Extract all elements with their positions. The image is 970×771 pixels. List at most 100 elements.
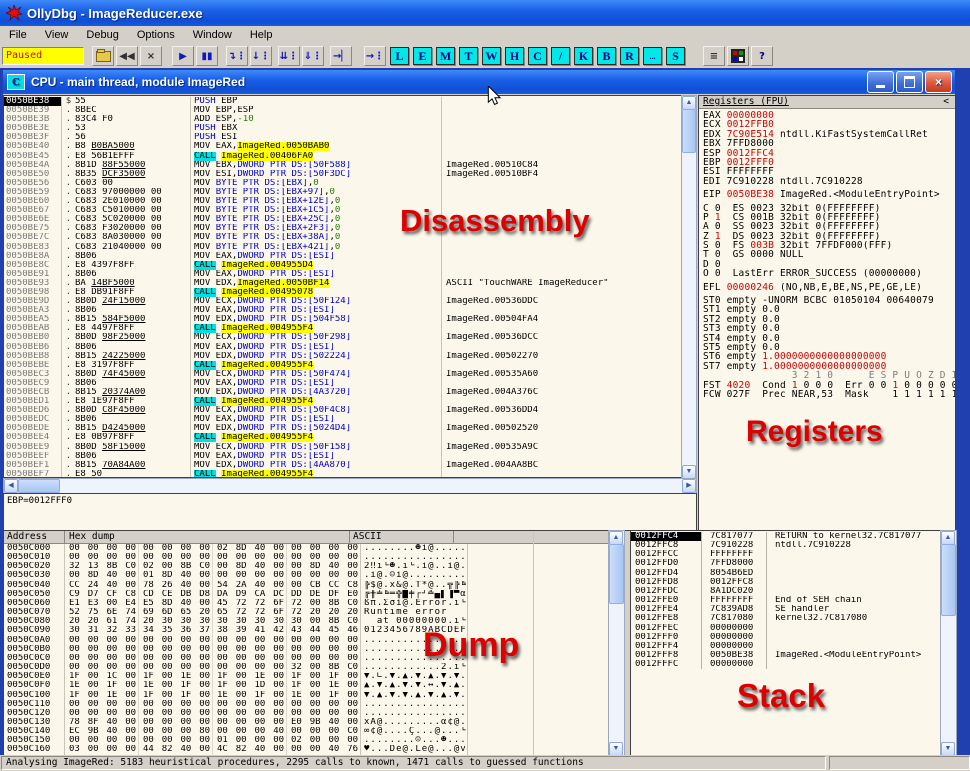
scroll-up-icon[interactable]: ▲ bbox=[682, 96, 696, 110]
register-line[interactable]: EIP 0050BE38 ImageRed.<ModuleEntryPoint> bbox=[703, 190, 955, 199]
register-line[interactable]: ECX 0012FFB0 bbox=[703, 120, 955, 129]
register-line[interactable]: 3 2 1 0 E S P U O Z D I bbox=[703, 371, 955, 380]
stack-vscrollbar[interactable]: ▲ ▼ bbox=[940, 530, 957, 757]
register-line[interactable]: ST5 empty 0.0 bbox=[703, 343, 955, 352]
dump-row[interactable]: 0050C0C000 00 00 0000 00 00 0000 00 00 0… bbox=[4, 654, 609, 663]
register-line[interactable]: FST 4020 Cond 1 0 0 0 Err 0 0 1 0 0 0 0 … bbox=[703, 381, 955, 390]
menu-item-debug[interactable]: Debug bbox=[77, 28, 127, 42]
pane-button-R[interactable]: R bbox=[620, 47, 639, 65]
stack-row[interactable]: 0012FFE87C817080kernel32.7C817080 bbox=[631, 614, 941, 623]
pane-button-dots[interactable]: ... bbox=[643, 47, 662, 65]
close-button[interactable]: × bbox=[925, 71, 952, 93]
stack-row[interactable]: 0012FFF000000000 bbox=[631, 633, 941, 642]
menu-item-view[interactable]: View bbox=[36, 28, 78, 42]
dump-header-address[interactable]: Address bbox=[4, 531, 65, 543]
dump-row[interactable]: 0050C140EC 9B 40 0000 00 00 8000 00 00 4… bbox=[4, 727, 609, 736]
stack-row[interactable]: 0012FFE0FFFFFFFFEnd of SEH chain bbox=[631, 596, 941, 605]
dump-row[interactable]: 0050C15000 00 00 0000 00 00 0001 00 00 0… bbox=[4, 736, 609, 745]
disasm-row[interactable]: 0050BE39.8BECMOV EBP,ESP bbox=[4, 106, 681, 115]
scroll-right-icon[interactable]: ▶ bbox=[682, 479, 696, 493]
stack-pane[interactable]: 0012FFC47C817077RETURN to kernel32.7C817… bbox=[630, 530, 942, 757]
collapse-arrow-icon[interactable]: < bbox=[943, 96, 955, 108]
register-line[interactable]: EAX 00000000 bbox=[703, 111, 955, 120]
register-line[interactable]: ESI FFFFFFFF bbox=[703, 167, 955, 176]
disasm-row[interactable]: 0050BEA3.8B06MOV EAX,DWORD PTR DS:[ESI] bbox=[4, 306, 681, 315]
pane-button-B[interactable]: B bbox=[597, 47, 616, 65]
register-line[interactable]: S 0 FS 003B 32bit 7FFDF000(FFF) bbox=[703, 241, 955, 250]
disasm-row[interactable]: 0050BE67.C683 C5010000 00MOV BYTE PTR DS… bbox=[4, 206, 681, 215]
dump-row[interactable]: 0050C01000 00 00 0000 00 00 0000 00 00 0… bbox=[4, 553, 609, 562]
disasm-row[interactable]: 0050BE98.E8 DB91F8FFCALL ImageRed.004950… bbox=[4, 288, 681, 297]
register-line[interactable]: T 0 GS 0000 NULL bbox=[703, 250, 955, 259]
pane-button-C[interactable]: C bbox=[528, 47, 547, 65]
register-line[interactable]: EDI 7C910228 ntdll.7C910228 bbox=[703, 177, 955, 186]
scroll-thumb[interactable] bbox=[609, 544, 624, 604]
disasm-row[interactable]: 0050BE45.E8 56B1EFFFCALL ImageRed.00406F… bbox=[4, 152, 681, 161]
disasm-row[interactable]: 0050BEC3.8B0D 74F45000MOV ECX,DWORD PTR … bbox=[4, 370, 681, 379]
stack-row[interactable]: 0012FFEC00000000 bbox=[631, 624, 941, 633]
restore-button[interactable] bbox=[896, 71, 923, 93]
cpu-window-titlebar[interactable]: C CPU - main thread, module ImageRed × bbox=[3, 70, 955, 94]
disasm-row[interactable]: 0050BE56.C603 00MOV BYTE PTR DS:[EBX],0 bbox=[4, 179, 681, 188]
dump-row[interactable]: 0050C16003 00 00 0044 82 40 004C 82 40 0… bbox=[4, 745, 609, 754]
register-line[interactable]: EBX 7FFD8000 bbox=[703, 139, 955, 148]
dump-row[interactable]: 0050C00000 00 00 0000 00 00 0002 8D 40 0… bbox=[4, 544, 609, 553]
registers-header[interactable]: Registers (FPU) < bbox=[699, 96, 955, 109]
register-line[interactable]: P 1 CS 001B 32bit 0(FFFFFFFF) bbox=[703, 213, 955, 222]
dump-row[interactable]: 0050C07052 75 6E 7469 6D 65 2065 72 72 6… bbox=[4, 608, 609, 617]
stack-row[interactable]: 0012FFC47C817077RETURN to kernel32.7C817… bbox=[631, 532, 941, 541]
dump-row[interactable]: 0050C0B000 00 00 0000 00 00 0000 00 00 0… bbox=[4, 645, 609, 654]
dump-row[interactable]: 0050C09030 31 32 3334 35 36 3738 39 41 4… bbox=[4, 626, 609, 635]
stack-row[interactable]: 0012FFF400000000 bbox=[631, 642, 941, 651]
register-line[interactable]: FCW 027F Prec NEAR,53 Mask 1 1 1 1 1 1 bbox=[703, 390, 955, 399]
dump-header-ascii[interactable]: ASCII bbox=[350, 531, 454, 543]
pane-button-H[interactable]: H bbox=[505, 47, 524, 65]
register-line[interactable]: D 0 bbox=[703, 260, 955, 269]
restart-button[interactable]: ◀◀ bbox=[116, 46, 138, 66]
stack-row[interactable]: 0012FFD80012FFC8 bbox=[631, 578, 941, 587]
disasm-row[interactable]: 0050BE6E.C683 5C020000 00MOV BYTE PTR DS… bbox=[4, 215, 681, 224]
scroll-down-icon[interactable]: ▼ bbox=[941, 742, 955, 756]
disasm-row[interactable]: 0050BE60.C683 2E010000 00MOV BYTE PTR DS… bbox=[4, 197, 681, 206]
close-program-button[interactable]: × bbox=[140, 46, 162, 66]
dump-row[interactable]: 0050C0E01F 00 1C 001F 00 1E 001F 00 1E 0… bbox=[4, 672, 609, 681]
disassembly-vscrollbar[interactable]: ▲ ▼ bbox=[681, 95, 697, 480]
register-line[interactable]: ST0 empty -UNORM BCBC 01050104 00640079 bbox=[703, 296, 955, 305]
dump-row[interactable]: 0050C0A000 00 00 0000 00 00 0000 00 00 0… bbox=[4, 636, 609, 645]
disasm-row[interactable]: 0050BE40.B8 B0BA5000MOV EAX,ImageRed.005… bbox=[4, 142, 681, 151]
dump-row[interactable]: 0050C0F01E 00 1F 001E 00 1F 001F 00 1D 0… bbox=[4, 681, 609, 690]
disasm-row[interactable]: 0050BEF1.8B15 70A84A00MOV EDX,DWORD PTR … bbox=[4, 461, 681, 470]
disasm-row[interactable]: 0050BEE9.8B0D 58F15000MOV ECX,DWORD PTR … bbox=[4, 443, 681, 452]
run-button[interactable]: ▶ bbox=[172, 46, 194, 66]
disasm-row[interactable]: 0050BE9D.8B0D 24F15000MOV ECX,DWORD PTR … bbox=[4, 297, 681, 306]
register-line[interactable]: C 0 ES 0023 32bit 0(FFFFFFFF) bbox=[703, 204, 955, 213]
disasm-row[interactable]: 0050BE50.8B35 DCF35000MOV ESI,DWORD PTR … bbox=[4, 170, 681, 179]
dump-row[interactable]: 0050C13078 8F 40 0000 00 00 0000 00 00 0… bbox=[4, 718, 609, 727]
scroll-thumb[interactable] bbox=[18, 479, 60, 493]
stack-row[interactable]: 0012FFDC8A1DC020 bbox=[631, 587, 941, 596]
disasm-row[interactable]: 0050BE3E.53PUSH EBX bbox=[4, 124, 681, 133]
register-line[interactable]: ST2 empty 0.0 bbox=[703, 315, 955, 324]
disasm-row[interactable]: 0050BEBE.E8 3197F8FFCALL ImageRed.004955… bbox=[4, 361, 681, 370]
disassembly-pane[interactable]: 0050BE38$55PUSH EBP0050BE39.8BECMOV EBP,… bbox=[3, 95, 682, 478]
disasm-row[interactable]: 0050BE8C.E8 4397F8FFCALL ImageRed.004955… bbox=[4, 261, 681, 270]
stack-row[interactable]: 0012FFD07FFD8000 bbox=[631, 559, 941, 568]
dump-row[interactable]: 0050C03000 8D 40 0001 8D 40 0000 00 00 0… bbox=[4, 571, 609, 580]
disasm-row[interactable]: 0050BE4A.8B1D 88F55000MOV EBX,DWORD PTR … bbox=[4, 161, 681, 170]
dump-vscrollbar[interactable]: ▲ ▼ bbox=[608, 530, 625, 757]
dump-header[interactable]: Address Hex dump ASCII bbox=[4, 531, 609, 544]
register-line[interactable]: Z 1 DS 0023 32bit 0(FFFFFFFF) bbox=[703, 232, 955, 241]
dump-row[interactable]: 0050C12000 00 00 0000 00 00 0000 00 00 0… bbox=[4, 709, 609, 718]
disasm-row[interactable]: 0050BE38$55PUSH EBP bbox=[4, 97, 681, 106]
stack-row[interactable]: 0012FFCCFFFFFFFF bbox=[631, 550, 941, 559]
pause-button[interactable]: ▮▮ bbox=[196, 46, 218, 66]
disasm-row[interactable]: 0050BE91.8B06MOV EAX,DWORD PTR DS:[ESI] bbox=[4, 270, 681, 279]
disasm-row[interactable]: 0050BED1.E8 1E97F8FFCALL ImageRed.004955… bbox=[4, 397, 681, 406]
register-line[interactable]: EBP 0012FFF0 bbox=[703, 158, 955, 167]
disasm-row[interactable]: 0050BE75.C683 F3020000 00MOV BYTE PTR DS… bbox=[4, 224, 681, 233]
exec-till-return-button[interactable]: →▏ bbox=[330, 46, 352, 66]
dump-row[interactable]: 0050C02032 13 8B C002 00 8B C000 8D 40 0… bbox=[4, 562, 609, 571]
disasm-row[interactable]: 0050BE7C.C683 8A030000 00MOV BYTE PTR DS… bbox=[4, 233, 681, 242]
scroll-thumb[interactable] bbox=[941, 544, 956, 616]
dump-header-hex[interactable]: Hex dump bbox=[65, 531, 350, 543]
